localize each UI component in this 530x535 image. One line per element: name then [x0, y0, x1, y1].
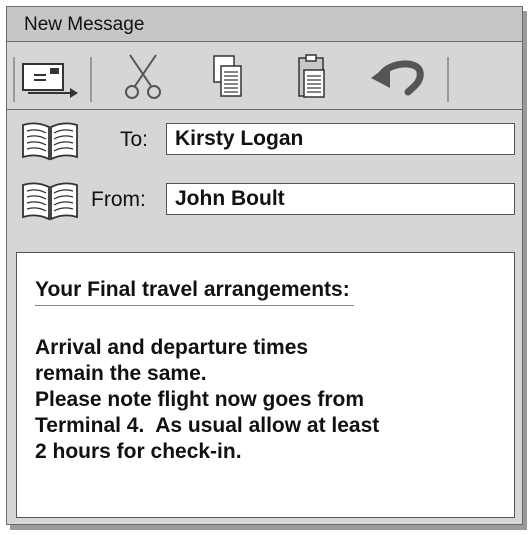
- toolbar: [7, 42, 522, 110]
- message-line: Terminal 4. As usual allow at least: [35, 414, 380, 437]
- undo-icon: [371, 60, 424, 96]
- send-envelope-icon: [22, 63, 78, 98]
- message-body[interactable]: Your Final travel arrangements: Arrival …: [16, 252, 515, 518]
- title-bar: New Message: [7, 7, 522, 42]
- cut-button[interactable]: [112, 48, 174, 106]
- to-row: To: Kirsty Logan: [7, 115, 522, 165]
- message-text: Arrival and departure times remain the s…: [35, 335, 505, 465]
- to-field[interactable]: Kirsty Logan: [166, 123, 515, 155]
- message-line: Arrival and departure times: [35, 336, 309, 359]
- message-line: 2 hours for check-in.: [35, 440, 242, 463]
- copy-icon: [213, 55, 242, 97]
- message-line: remain the same.: [35, 362, 207, 385]
- paste-button[interactable]: [281, 48, 343, 106]
- toolbar-separator: [13, 57, 15, 102]
- paste-icon: [298, 54, 325, 98]
- to-label: To:: [120, 128, 149, 151]
- copy-button[interactable]: [197, 48, 259, 106]
- send-button[interactable]: [19, 48, 81, 106]
- window-title: New Message: [24, 14, 145, 35]
- undo-button[interactable]: [367, 48, 429, 106]
- address-book-icon[interactable]: [20, 177, 80, 223]
- from-field[interactable]: John Boult: [166, 183, 515, 215]
- message-subject: Your Final travel arrangements:: [35, 278, 354, 306]
- address-book-icon[interactable]: [20, 117, 80, 163]
- message-line: Please note flight now goes from: [35, 388, 365, 411]
- new-message-window: New Message To: Kirsty Logan From: John …: [6, 6, 523, 525]
- toolbar-separator: [90, 57, 92, 102]
- from-label: From:: [91, 188, 146, 211]
- toolbar-separator: [447, 57, 449, 102]
- scissors-icon: [125, 54, 161, 99]
- from-row: From: John Boult: [7, 175, 522, 225]
